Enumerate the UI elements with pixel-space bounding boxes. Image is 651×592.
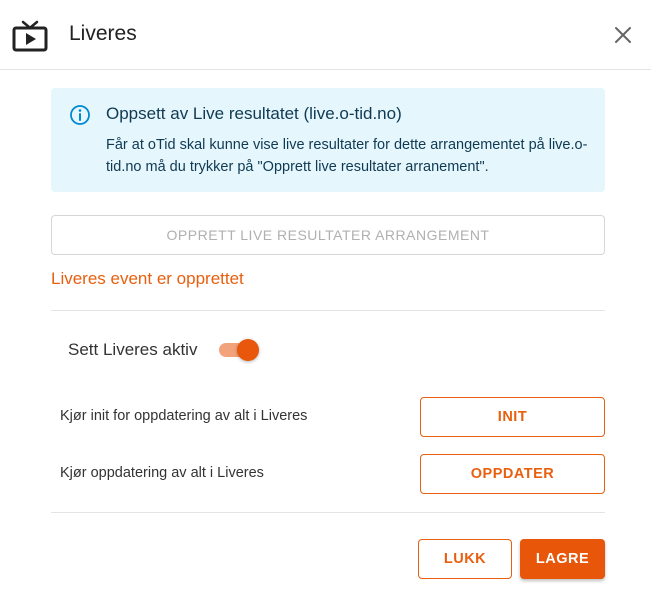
info-alert: Oppsett av Live resultatet (live.o-tid.n… bbox=[51, 88, 605, 192]
create-live-results-button[interactable]: OPPRETT LIVE RESULTATER ARRANGEMENT bbox=[51, 215, 605, 255]
divider bbox=[51, 310, 605, 311]
status-text: Liveres event er opprettet bbox=[51, 269, 244, 288]
live-tv-icon bbox=[12, 20, 48, 52]
init-button[interactable]: INIT bbox=[420, 397, 605, 437]
dialog-title: Liveres bbox=[69, 22, 137, 45]
liveres-dialog: Liveres Oppsett av Live resultatet (live… bbox=[0, 0, 651, 592]
init-description: Kjør init for oppdatering av alt i Liver… bbox=[60, 408, 308, 424]
liveres-active-toggle[interactable] bbox=[217, 338, 261, 362]
info-title: Oppsett av Live resultatet (live.o-tid.n… bbox=[106, 104, 402, 123]
toggle-thumb bbox=[237, 339, 259, 361]
info-icon bbox=[70, 105, 90, 125]
close-icon[interactable] bbox=[610, 22, 636, 48]
save-button[interactable]: LAGRE bbox=[520, 539, 605, 579]
info-text: Får at oTid skal kunne vise live resulta… bbox=[106, 137, 588, 175]
toggle-label: Sett Liveres aktiv bbox=[68, 340, 198, 359]
dialog-header: Liveres bbox=[0, 0, 651, 70]
close-button[interactable]: LUKK bbox=[418, 539, 512, 579]
divider bbox=[51, 512, 605, 513]
update-description: Kjør oppdatering av alt i Liveres bbox=[60, 465, 264, 481]
update-button[interactable]: OPPDATER bbox=[420, 454, 605, 494]
